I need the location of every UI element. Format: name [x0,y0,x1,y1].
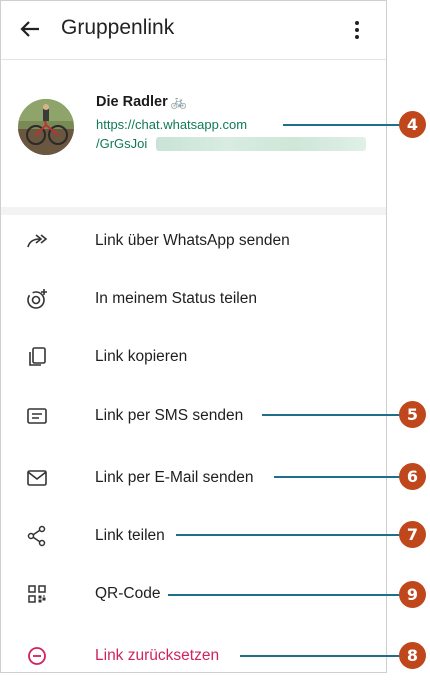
callout-line-5 [262,414,402,416]
callout-badge-7: 7 [399,521,426,548]
group-link-line1[interactable]: https://chat.whatsapp.com [96,117,247,132]
menu-item-copy-link[interactable]: Link kopieren [1,328,386,386]
back-arrow-icon[interactable] [15,14,45,44]
group-link-line2[interactable]: /GrGsJoi [96,136,147,151]
callout-line-4 [283,124,403,126]
callout-badge-5: 5 [399,401,426,428]
mail-icon [23,464,51,492]
phone-screen: Gruppenlink Die Radler 🚲 https://chat.wha… [0,0,387,673]
header-divider [1,59,386,60]
share-icon [23,522,51,550]
callout-line-6 [274,476,402,478]
menu-item-label: Link per SMS senden [95,407,244,424]
copy-icon [23,343,51,371]
app-bar: Gruppenlink [1,1,386,59]
forward-icon [23,227,51,255]
menu-item-send-sms[interactable]: Link per SMS senden [1,387,386,445]
menu-item-label: In meinem Status teilen [95,290,257,307]
menu-item-label: Link teilen [95,527,165,544]
group-name: Die Radler 🚲 [96,94,187,110]
menu-item-label: Link kopieren [95,348,188,365]
callout-line-9 [168,594,402,596]
callout-badge-6: 6 [399,463,426,490]
menu-item-share-status[interactable]: In meinem Status teilen [1,270,386,328]
menu-item-label: QR-Code [95,585,161,602]
menu-item-send-via-whatsapp[interactable]: Link über WhatsApp senden [1,212,386,270]
bicycle-emoji: 🚲 [170,94,187,109]
menu-item-send-email[interactable]: Link per E-Mail senden [1,449,386,507]
group-info: Die Radler 🚲 https://chat.whatsapp.com /G… [1,61,386,207]
menu-item-label: Link zurücksetzen [95,647,220,664]
qr-code-icon [23,580,51,608]
menu-item-label: Link über WhatsApp senden [95,232,290,249]
callout-line-7 [176,534,402,536]
sms-icon [23,402,51,430]
callout-badge-8: 8 [399,642,426,669]
page-title: Gruppenlink [61,16,175,39]
menu-item-label: Link per E-Mail senden [95,469,254,486]
callout-line-8 [240,655,402,657]
menu-item-share-link[interactable]: Link teilen [1,507,386,565]
more-options-icon[interactable] [345,15,369,45]
group-avatar [18,99,74,155]
callout-badge-9: 9 [399,581,426,608]
callout-badge-4: 4 [399,111,426,138]
blurred-link-part [156,137,366,151]
status-icon [23,285,51,313]
reset-icon [23,642,51,670]
